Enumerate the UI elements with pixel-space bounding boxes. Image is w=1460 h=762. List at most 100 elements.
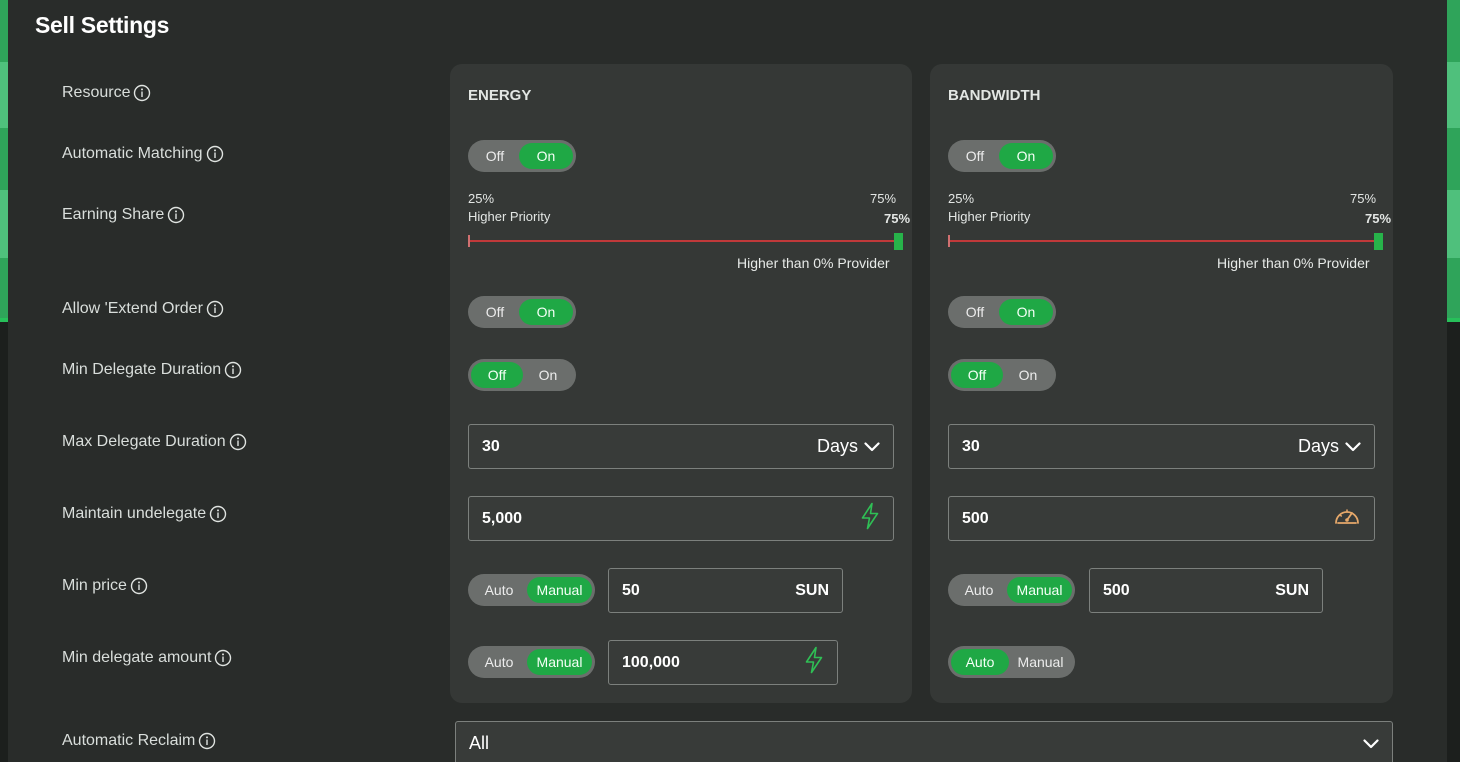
duration-value: 30 <box>962 437 980 455</box>
info-icon[interactable] <box>206 300 224 318</box>
label-text: Earning Share <box>62 206 165 223</box>
bandwidth-share-right-pct: 75% <box>1350 191 1377 206</box>
toggle-off[interactable]: Off <box>951 362 1003 388</box>
bandwidth-maintain-undelegate-input[interactable]: 500 <box>948 496 1375 541</box>
energy-min-price-mode-toggle[interactable]: Auto Manual <box>468 574 595 606</box>
price-unit: SUN <box>1275 581 1309 599</box>
toggle-on[interactable]: On <box>519 299 573 325</box>
duration-unit: Days <box>816 436 858 456</box>
toggle-manual[interactable]: Manual <box>1007 577 1072 603</box>
energy-allow-extend-toggle[interactable]: Off On <box>468 296 576 328</box>
label-min-delegate-amount: Min delegate amount <box>62 649 232 667</box>
bandwidth-allow-extend-toggle[interactable]: Off On <box>948 296 1056 328</box>
energy-share-left-pct: 25% <box>468 191 495 206</box>
info-icon[interactable] <box>130 577 148 595</box>
lightning-icon <box>804 646 824 679</box>
bandwidth-share-thumb[interactable] <box>1374 233 1383 250</box>
info-icon[interactable] <box>224 361 242 379</box>
amount-value: 100,000 <box>622 653 680 671</box>
undelegate-value: 5,000 <box>482 509 523 527</box>
price-value: 50 <box>622 581 640 599</box>
label-earning-share: Earning Share <box>62 206 185 224</box>
bandwidth-share-sub-caption: Higher than 0% Provider <box>1217 255 1370 271</box>
lightning-icon <box>860 502 880 535</box>
toggle-off[interactable]: Off <box>471 299 519 325</box>
energy-share-sub-caption: Higher than 0% Provider <box>737 255 890 271</box>
energy-share-track[interactable] <box>469 240 899 242</box>
bandwidth-automatic-matching-toggle[interactable]: Off On <box>948 140 1056 172</box>
energy-maintain-undelegate-input[interactable]: 5,000 <box>468 496 894 541</box>
page-title: Sell Settings <box>35 12 170 38</box>
chevron-down-icon <box>1345 436 1361 457</box>
bandwidth-min-delegate-duration-toggle[interactable]: Off On <box>948 359 1056 391</box>
energy-title: ENERGY <box>468 87 532 104</box>
label-text: Maintain undelegate <box>62 505 207 522</box>
energy-min-amount-input[interactable]: 100,000 <box>608 640 838 685</box>
toggle-auto[interactable]: Auto <box>471 649 527 675</box>
label-min-delegate-duration: Min Delegate Duration <box>62 361 242 379</box>
automatic-reclaim-select[interactable]: All <box>455 721 1393 762</box>
bandwidth-share-min-tick <box>948 235 950 247</box>
bandwidth-min-amount-mode-toggle[interactable]: Auto Manual <box>948 646 1075 678</box>
energy-share-min-tick <box>468 235 470 247</box>
label-automatic-reclaim: Automatic Reclaim <box>62 732 216 750</box>
bandwidth-max-duration-field[interactable]: 30 Days <box>948 424 1375 469</box>
toggle-auto[interactable]: Auto <box>951 649 1009 675</box>
toggle-on[interactable]: On <box>523 362 573 388</box>
bandwidth-share-left-caption: Higher Priority <box>948 209 1031 224</box>
info-icon[interactable] <box>198 732 216 750</box>
label-max-delegate-duration: Max Delegate Duration <box>62 433 247 451</box>
energy-min-amount-mode-toggle[interactable]: Auto Manual <box>468 646 595 678</box>
toggle-manual[interactable]: Manual <box>527 577 592 603</box>
duration-unit-select[interactable]: Days <box>1298 436 1361 457</box>
chevron-down-icon <box>864 436 880 457</box>
undelegate-value: 500 <box>962 509 989 527</box>
label-text: Min delegate amount <box>62 649 212 666</box>
energy-share-thumb[interactable] <box>894 233 903 250</box>
info-icon[interactable] <box>229 433 247 451</box>
label-text: Automatic Matching <box>62 145 203 162</box>
energy-share-right-pct: 75% <box>870 191 897 206</box>
label-min-price: Min price <box>62 577 148 595</box>
label-text: Min Delegate Duration <box>62 361 222 378</box>
bandwidth-title: BANDWIDTH <box>948 87 1041 104</box>
bandwidth-share-left-pct: 25% <box>948 191 975 206</box>
bandwidth-min-price-mode-toggle[interactable]: Auto Manual <box>948 574 1075 606</box>
label-automatic-matching: Automatic Matching <box>62 145 224 163</box>
energy-min-delegate-duration-toggle[interactable]: Off On <box>468 359 576 391</box>
energy-automatic-matching-toggle[interactable]: Off On <box>468 140 576 172</box>
toggle-manual[interactable]: Manual <box>527 649 592 675</box>
toggle-on[interactable]: On <box>999 299 1053 325</box>
toggle-off[interactable]: Off <box>471 143 519 169</box>
info-icon[interactable] <box>214 649 232 667</box>
price-value: 500 <box>1103 581 1130 599</box>
sell-settings-panel: Sell Settings Resource Automatic Matchin… <box>8 0 1447 762</box>
chevron-down-icon <box>1363 733 1379 754</box>
toggle-on[interactable]: On <box>1003 362 1053 388</box>
speedometer-icon <box>1333 504 1361 533</box>
info-icon[interactable] <box>209 505 227 523</box>
toggle-off[interactable]: Off <box>951 299 999 325</box>
energy-max-duration-field[interactable]: 30 Days <box>468 424 894 469</box>
toggle-auto[interactable]: Auto <box>951 577 1007 603</box>
energy-share-left-caption: Higher Priority <box>468 209 551 224</box>
info-icon[interactable] <box>133 84 151 102</box>
label-allow-extend-order: Allow 'Extend Order <box>62 300 224 318</box>
energy-min-price-input[interactable]: 50 SUN <box>608 568 843 613</box>
toggle-off[interactable]: Off <box>471 362 523 388</box>
toggle-on[interactable]: On <box>999 143 1053 169</box>
bandwidth-share-thumb-value: 75% <box>1365 211 1392 226</box>
energy-share-thumb-value: 75% <box>884 211 911 226</box>
duration-unit-select[interactable]: Days <box>817 436 880 457</box>
info-icon[interactable] <box>167 206 185 224</box>
toggle-on[interactable]: On <box>519 143 573 169</box>
toggle-auto[interactable]: Auto <box>471 577 527 603</box>
label-text: Min price <box>62 577 127 594</box>
duration-value: 30 <box>482 437 500 455</box>
toggle-manual[interactable]: Manual <box>1009 649 1072 675</box>
info-icon[interactable] <box>206 145 224 163</box>
toggle-off[interactable]: Off <box>951 143 999 169</box>
label-text: Resource <box>62 84 131 101</box>
bandwidth-min-price-input[interactable]: 500 SUN <box>1089 568 1323 613</box>
bandwidth-share-track[interactable] <box>949 240 1379 242</box>
